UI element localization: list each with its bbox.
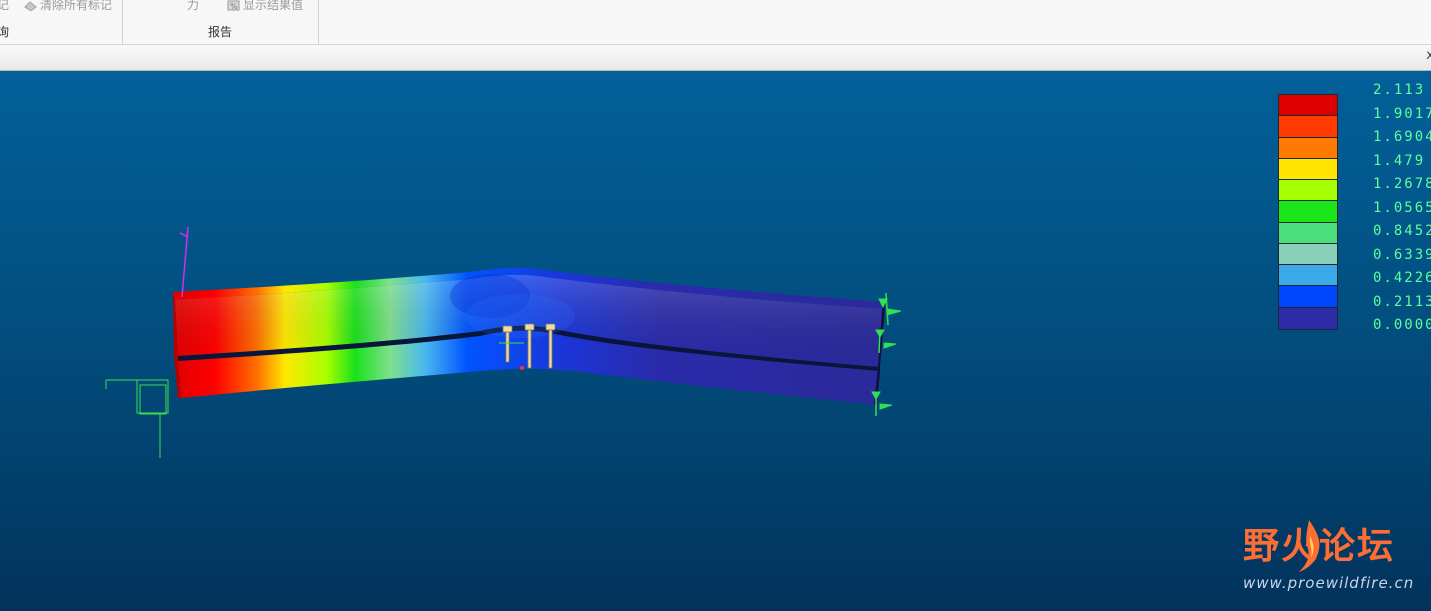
watermark-title: 野火论坛 bbox=[1243, 526, 1414, 566]
clear-all-marks-label: 清除所有标记 bbox=[40, 0, 113, 12]
legend-swatch bbox=[1279, 116, 1337, 138]
legend-value: 1.2678 bbox=[1373, 176, 1431, 192]
legend-value: 1.9017 bbox=[1373, 105, 1431, 122]
legend-value: 1.0565 bbox=[1373, 199, 1431, 216]
legend-swatch bbox=[1279, 286, 1337, 308]
eraser-icon bbox=[24, 0, 37, 12]
legend-value: 0.4226 bbox=[1373, 270, 1431, 286]
legend-swatch bbox=[1279, 265, 1337, 287]
show-result-value-button[interactable]: % 显示结果值 bbox=[227, 0, 303, 13]
legend-value: 0.2113 bbox=[1373, 293, 1431, 310]
results-3d-viewport[interactable]: 野火论坛 www.proewildfire.cn 2.113 1.9017 1.69… bbox=[0, 71, 1431, 611]
load-vector-symbol bbox=[179, 226, 189, 298]
legend-swatch bbox=[1279, 307, 1337, 329]
ribbon-group-label-query: 询 bbox=[0, 25, 10, 39]
ribbon-toolbar: 记 清除所有标记 询 力 % 显示结果值 报告 bbox=[0, 0, 1431, 45]
show-result-value-label: 显示结果值 bbox=[243, 0, 304, 12]
close-view-button[interactable]: x bbox=[1426, 48, 1431, 63]
fringe-plot-model bbox=[105, 226, 902, 458]
clear-all-marks-button[interactable]: 清除所有标记 bbox=[24, 0, 112, 13]
forum-watermark: 野火论坛 www.proewildfire.cn bbox=[1243, 520, 1415, 592]
force-button[interactable]: 力 bbox=[187, 0, 199, 13]
flame-icon bbox=[1299, 520, 1320, 572]
view-window-titlebar: x bbox=[0, 45, 1431, 71]
left-constraint-symbol bbox=[105, 379, 169, 458]
ribbon-group-query: 记 清除所有标记 询 bbox=[0, 0, 123, 44]
color-legend-bar bbox=[1278, 94, 1338, 330]
legend-value: 1.6904 bbox=[1373, 129, 1431, 145]
legend-value: 2.113 bbox=[1373, 82, 1426, 98]
legend-swatch bbox=[1279, 243, 1337, 266]
watermark-url: www.proewildfire.cn bbox=[1243, 574, 1415, 592]
ribbon-group-report: 力 % 显示结果值 报告 bbox=[123, 0, 319, 44]
mark-button[interactable]: 记 bbox=[0, 0, 9, 13]
legend-swatch bbox=[1279, 180, 1337, 202]
legend-swatch bbox=[1279, 158, 1337, 181]
legend-swatch bbox=[1279, 201, 1337, 223]
svg-text:%: % bbox=[230, 2, 238, 11]
legend-value: 0.8452 bbox=[1373, 223, 1431, 239]
legend-value: 0.6339 bbox=[1373, 246, 1431, 263]
legend-value: 0.0000 bbox=[1373, 317, 1431, 333]
legend-swatch bbox=[1279, 137, 1337, 159]
legend-swatch bbox=[1279, 222, 1337, 244]
result-value-icon: % bbox=[227, 0, 240, 11]
ribbon-group-label-report: 报告 bbox=[208, 25, 233, 39]
legend-swatch bbox=[1279, 95, 1337, 117]
legend-value: 1.479 bbox=[1373, 152, 1426, 169]
